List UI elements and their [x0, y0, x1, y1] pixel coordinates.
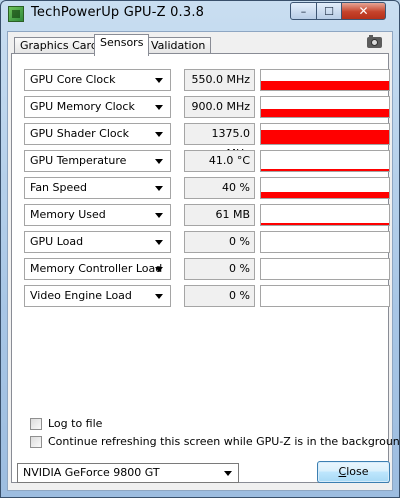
log-to-file-checkbox[interactable]: [30, 418, 42, 430]
sensor-name: Video Engine Load: [30, 289, 132, 302]
sensor-graph-fill: [261, 130, 389, 144]
sensor-row: GPU Temperature 41.0 °C: [24, 150, 390, 172]
camera-icon[interactable]: [367, 35, 382, 48]
sensors-panel: GPU Core Clock 550.0 MHz GPU Memory Clock 9…: [11, 53, 400, 483]
sensor-name: Memory Controller Load: [30, 262, 163, 275]
tab-sensors[interactable]: Sensors: [94, 34, 150, 56]
sensor-name: Memory Used: [30, 208, 106, 221]
sensor-value: 40 %: [184, 177, 255, 199]
chevron-down-icon: [155, 132, 163, 137]
sensor-value: 61 MB: [184, 204, 255, 226]
sensor-graph: [260, 150, 390, 172]
sensor-graph: [260, 69, 390, 91]
log-to-file-label: Log to file: [48, 417, 103, 430]
sensor-graph-fill: [261, 223, 389, 225]
close-button-label: lose: [346, 465, 369, 478]
sensor-graph: [260, 231, 390, 253]
gpu-selector-dropdown[interactable]: NVIDIA GeForce 9800 GT: [17, 463, 239, 483]
sensor-name-dropdown[interactable]: GPU Shader Clock: [24, 123, 171, 145]
sensor-value: 0 %: [184, 258, 255, 280]
sensor-graph: [260, 258, 390, 280]
continue-refreshing-checkbox[interactable]: [30, 436, 42, 448]
sensor-row: Fan Speed 40 %: [24, 177, 390, 199]
chevron-down-icon: [224, 471, 232, 476]
chevron-down-icon: [155, 159, 163, 164]
sensor-name-dropdown[interactable]: GPU Core Clock: [24, 69, 171, 91]
sensor-row: GPU Core Clock 550.0 MHz: [24, 69, 390, 91]
sensor-value: 0 %: [184, 231, 255, 253]
sensor-graph: [260, 204, 390, 226]
client-area: Graphics Card Sensors Validation GPU Cor…: [7, 31, 400, 491]
sensor-graph: [260, 177, 390, 199]
sensor-graph-fill: [261, 109, 389, 117]
chevron-down-icon: [155, 294, 163, 299]
sensor-row: Video Engine Load 0 %: [24, 285, 390, 307]
window-title: TechPowerUp GPU-Z 0.3.8: [31, 5, 205, 20]
sensor-row: GPU Memory Clock 900.0 MHz: [24, 96, 390, 118]
sensor-name: Fan Speed: [30, 181, 88, 194]
close-window-button[interactable]: ✕: [341, 2, 386, 20]
sensor-name: GPU Shader Clock: [30, 127, 130, 140]
sensor-name: GPU Memory Clock: [30, 100, 135, 113]
sensor-graph-fill: [261, 81, 389, 90]
sensor-value: 1375.0 MHz: [184, 123, 255, 160]
sensor-name: GPU Temperature: [30, 154, 127, 167]
maximize-button[interactable]: ☐: [316, 2, 342, 20]
chevron-down-icon: [155, 213, 163, 218]
gpu-selector-value: NVIDIA GeForce 9800 GT: [23, 466, 160, 479]
sensor-name-dropdown[interactable]: Video Engine Load: [24, 285, 171, 307]
chevron-down-icon: [155, 267, 163, 272]
sensor-name-dropdown[interactable]: Memory Controller Load: [24, 258, 171, 280]
sensor-graph-fill: [261, 192, 389, 198]
sensor-graph: [260, 123, 390, 145]
close-button[interactable]: Close: [317, 461, 390, 483]
chevron-down-icon: [155, 186, 163, 191]
sensor-name: GPU Core Clock: [30, 73, 116, 86]
sensor-row: Memory Used 61 MB: [24, 204, 390, 226]
continue-refreshing-label: Continue refreshing this screen while GP…: [48, 435, 400, 448]
title-bar[interactable]: TechPowerUp GPU-Z 0.3.8 – ☐ ✕: [1, 1, 399, 31]
minimize-button[interactable]: –: [290, 2, 317, 20]
sensor-graph: [260, 96, 390, 118]
sensor-value: 41.0 °C: [184, 150, 255, 172]
sensor-name-dropdown[interactable]: GPU Temperature: [24, 150, 171, 172]
sensor-graph-fill: [261, 169, 389, 171]
sensor-graph: [260, 285, 390, 307]
sensor-value: 900.0 MHz: [184, 96, 255, 118]
sensor-value: 550.0 MHz: [184, 69, 255, 91]
sensor-name-dropdown[interactable]: GPU Memory Clock: [24, 96, 171, 118]
sensor-row: Memory Controller Load 0 %: [24, 258, 390, 280]
gpuz-app-icon: [8, 6, 24, 22]
sensor-row: GPU Shader Clock 1375.0 MHz: [24, 123, 390, 160]
chevron-down-icon: [155, 240, 163, 245]
sensor-name: GPU Load: [30, 235, 84, 248]
chevron-down-icon: [155, 105, 163, 110]
sensor-name-dropdown[interactable]: Memory Used: [24, 204, 171, 226]
sensor-value: 0 %: [184, 285, 255, 307]
chevron-down-icon: [155, 78, 163, 83]
sensor-name-dropdown[interactable]: Fan Speed: [24, 177, 171, 199]
sensor-row: GPU Load 0 %: [24, 231, 390, 253]
gpuz-window: TechPowerUp GPU-Z 0.3.8 – ☐ ✕ Graphics C…: [0, 0, 400, 498]
sensor-name-dropdown[interactable]: GPU Load: [24, 231, 171, 253]
